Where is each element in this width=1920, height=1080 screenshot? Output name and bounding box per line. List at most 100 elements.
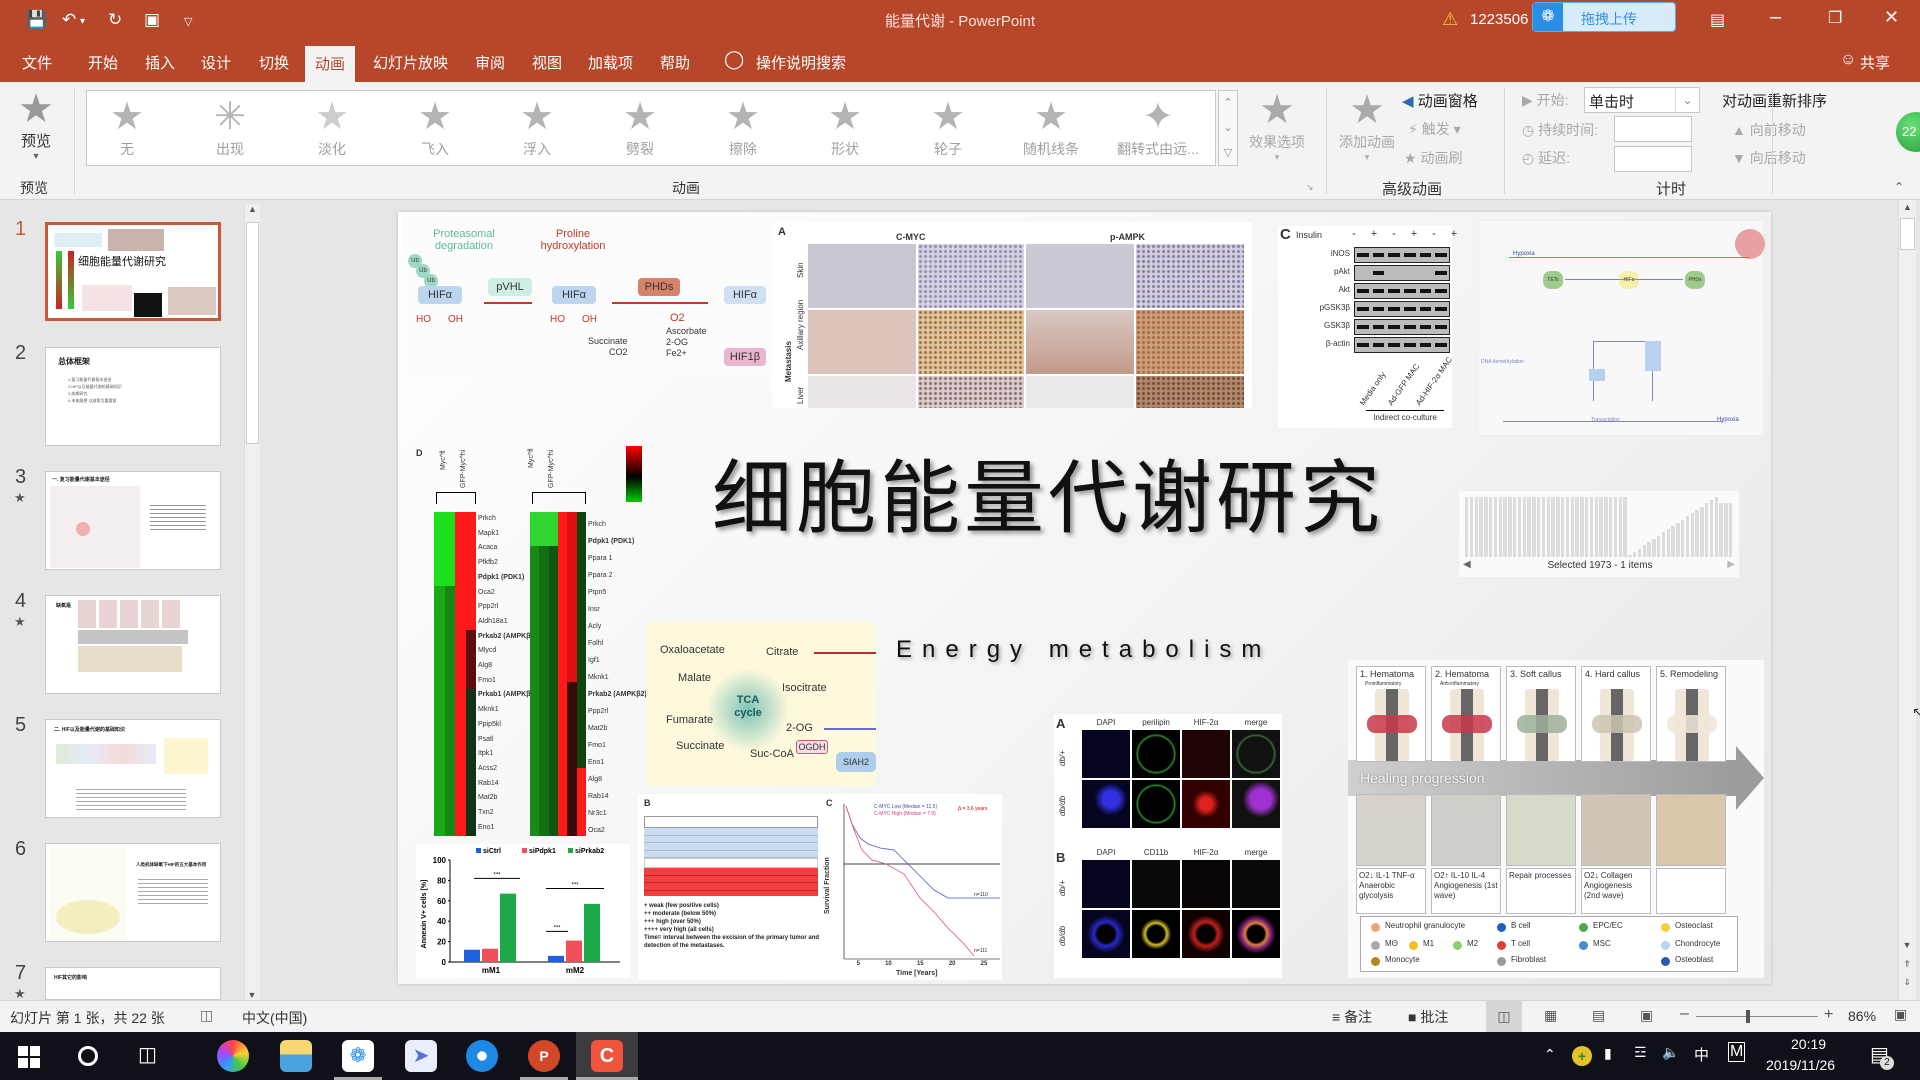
tab-home[interactable]: 开始	[88, 52, 118, 73]
restore-icon[interactable]: ❐	[1828, 8, 1842, 28]
anim-split[interactable]: ★ 劈裂	[600, 95, 680, 159]
task-view-icon[interactable]: ◫	[138, 1042, 157, 1067]
messenger-icon[interactable]	[466, 1040, 498, 1072]
tab-addins[interactable]: 加载项	[588, 52, 633, 73]
file-explorer-icon[interactable]	[280, 1040, 312, 1072]
camtasia-icon[interactable]: C	[591, 1040, 623, 1072]
baidu-netdisk-icon[interactable]: ❁	[342, 1040, 374, 1072]
tab-transitions[interactable]: 切换	[259, 52, 289, 73]
clock-date[interactable]: 2019/11/26	[1766, 1057, 1835, 1073]
animation-painter-button[interactable]: ★ 动画刷	[1404, 148, 1462, 168]
scroll-down-icon[interactable]: ▼	[1899, 940, 1915, 950]
chevron-down-icon[interactable]: ⌄	[1675, 88, 1699, 112]
slide-subtitle[interactable]: Energy metabolism	[896, 636, 1271, 664]
zoom-slider[interactable]	[1696, 1010, 1818, 1023]
anim-fly-in[interactable]: ★ 飞入	[395, 95, 475, 159]
duration-input[interactable]	[1614, 116, 1692, 142]
reading-view-icon[interactable]: ▤	[1592, 1007, 1605, 1024]
anim-wheel[interactable]: ★ 轮子	[908, 95, 988, 159]
scroll-up-icon[interactable]: ▲	[245, 204, 260, 214]
browser-360-icon[interactable]	[217, 1040, 249, 1072]
slide-sorter-icon[interactable]: ▦	[1544, 1007, 1557, 1024]
effect-options-button[interactable]: ★ 效果选项 ▾	[1244, 88, 1310, 163]
slide-canvas[interactable]: Proteasomal degradation Proline hydroxyl…	[398, 212, 1771, 984]
trigger-button[interactable]: ⚡ 触发 ▾	[1408, 119, 1461, 139]
ribbon-display-icon[interactable]: ▤	[1710, 10, 1725, 30]
anim-shape[interactable]: ★ 形状	[805, 95, 885, 159]
minimize-icon[interactable]: –	[1770, 6, 1781, 29]
zoom-out-button[interactable]: –	[1680, 1005, 1689, 1023]
tab-file[interactable]: 文件	[22, 52, 52, 73]
tab-design[interactable]: 设计	[201, 52, 231, 73]
slide-scrollbar[interactable]: ▲ ▼ ⇑ ⇓	[1898, 200, 1916, 1000]
tab-insert[interactable]: 插入	[145, 52, 175, 73]
add-animation-button[interactable]: ★ 添加动画 ▾	[1334, 88, 1400, 163]
timeline-next-icon[interactable]: ▶	[1727, 559, 1735, 570]
preview-button[interactable]: ★ 预览 ▼	[10, 88, 62, 161]
slide-thumbnail-1[interactable]: 细胞能量代谢研究	[45, 222, 221, 321]
zoom-level[interactable]: 86%	[1848, 1008, 1876, 1024]
search-icon[interactable]	[78, 1046, 98, 1066]
normal-view-icon[interactable]: ◫	[1486, 1001, 1522, 1032]
slide-thumbnail-7[interactable]: HIF其它的影响	[45, 967, 221, 1000]
notes-button[interactable]: ≡ 备注	[1332, 1007, 1372, 1027]
battery-icon[interactable]: ▮	[1604, 1045, 1612, 1062]
floating-badge[interactable]: 22	[1896, 112, 1920, 152]
anim-wipe[interactable]: ★ 擦除	[703, 95, 783, 159]
anim-fade[interactable]: ★ 淡化	[292, 95, 372, 159]
wifi-icon[interactable]: ☲	[1634, 1044, 1647, 1061]
windows-start-icon[interactable]	[18, 1046, 40, 1068]
move-later-button[interactable]: ▼ 向后移动	[1732, 148, 1806, 168]
slide-thumbnail-3[interactable]: 一. 复习能量代谢基本途径	[45, 471, 221, 570]
gallery-scroll[interactable]: ⌃ ⌄ ▽	[1218, 90, 1238, 166]
accessibility-icon[interactable]: ◫	[200, 1007, 213, 1024]
clock-time[interactable]: 20:19	[1791, 1036, 1826, 1052]
slide-thumbnail-4[interactable]: 缺氧是	[45, 595, 221, 694]
anim-random-bars[interactable]: ★ 随机线条	[1011, 95, 1091, 159]
close-icon[interactable]: ✕	[1884, 7, 1899, 28]
slide-thumbnail-6[interactable]: 人类机体缺氧下HIF的五大基本作用	[45, 843, 221, 942]
zoom-slider-thumb[interactable]	[1746, 1010, 1750, 1023]
scroll-up-icon[interactable]: ▲	[1899, 200, 1916, 212]
comments-button[interactable]: ■ 批注	[1408, 1007, 1448, 1027]
tab-review[interactable]: 审阅	[475, 52, 505, 73]
upload-widget[interactable]: ❁ 拖拽上传	[1532, 2, 1676, 32]
animation-pane-button[interactable]: ◀ 动画窗格	[1402, 90, 1478, 111]
gallery-down-icon[interactable]: ⌄	[1219, 116, 1237, 141]
next-slide-icon[interactable]: ⇓	[1899, 977, 1915, 988]
tab-view[interactable]: 视图	[532, 52, 562, 73]
delay-input[interactable]	[1614, 146, 1692, 172]
ime-mode-indicator[interactable]: M	[1728, 1042, 1746, 1062]
anim-none[interactable]: ★ 无	[87, 95, 167, 159]
anim-float-in[interactable]: ★ 浮入	[497, 95, 577, 159]
volume-icon[interactable]: 🔈	[1662, 1044, 1679, 1061]
collapse-ribbon-icon[interactable]: ⌃	[1894, 180, 1904, 194]
gallery-up-icon[interactable]: ⌃	[1219, 91, 1237, 116]
start-select[interactable]: 单击时 ⌄	[1584, 87, 1700, 113]
share-button[interactable]: 共享	[1860, 52, 1890, 73]
scroll-thumb[interactable]	[246, 222, 259, 444]
account-name[interactable]: 1223506	[1470, 11, 1528, 28]
tray-expand-icon[interactable]: ⌃	[1544, 1046, 1556, 1063]
tab-help[interactable]: 帮助	[660, 52, 690, 73]
tab-animations[interactable]: 动画	[305, 46, 356, 82]
thumbnail-scrollbar[interactable]: ▲ ▼	[244, 204, 260, 1000]
slide-title[interactable]: 细胞能量代谢研究	[712, 434, 1384, 550]
anim-grow-turn[interactable]: ✦ 翻转式由远...	[1113, 95, 1203, 159]
zoom-in-button[interactable]: +	[1824, 1006, 1833, 1024]
scroll-down-icon[interactable]: ▼	[245, 990, 259, 1000]
ime-indicator[interactable]: 中	[1694, 1044, 1709, 1065]
anim-appear[interactable]: ✳ 出现	[190, 95, 270, 159]
slide-thumbnail-5[interactable]: 二. HIF以及能量代谢的基础知识	[45, 719, 221, 818]
previous-slide-icon[interactable]: ⇑	[1899, 959, 1915, 970]
security-tray-icon[interactable]: +	[1572, 1046, 1592, 1066]
slide-thumbnail-2[interactable]: 总体框架 1.复习能量代谢基本途径 2.HIF以及能量代谢的基础知识 3.前期研…	[45, 347, 221, 446]
tab-slideshow[interactable]: 幻灯片放映	[373, 52, 448, 73]
gallery-more-icon[interactable]: ▽	[1219, 141, 1237, 166]
dialog-launcher-icon[interactable]: ↘	[1306, 182, 1314, 193]
scroll-thumb[interactable]	[1900, 218, 1915, 250]
powerpoint-icon[interactable]: P	[528, 1040, 560, 1072]
slideshow-view-icon[interactable]: ▣	[1640, 1007, 1653, 1024]
language-indicator[interactable]: 中文(中国)	[242, 1008, 307, 1028]
feishu-icon[interactable]: ➤	[405, 1040, 437, 1072]
